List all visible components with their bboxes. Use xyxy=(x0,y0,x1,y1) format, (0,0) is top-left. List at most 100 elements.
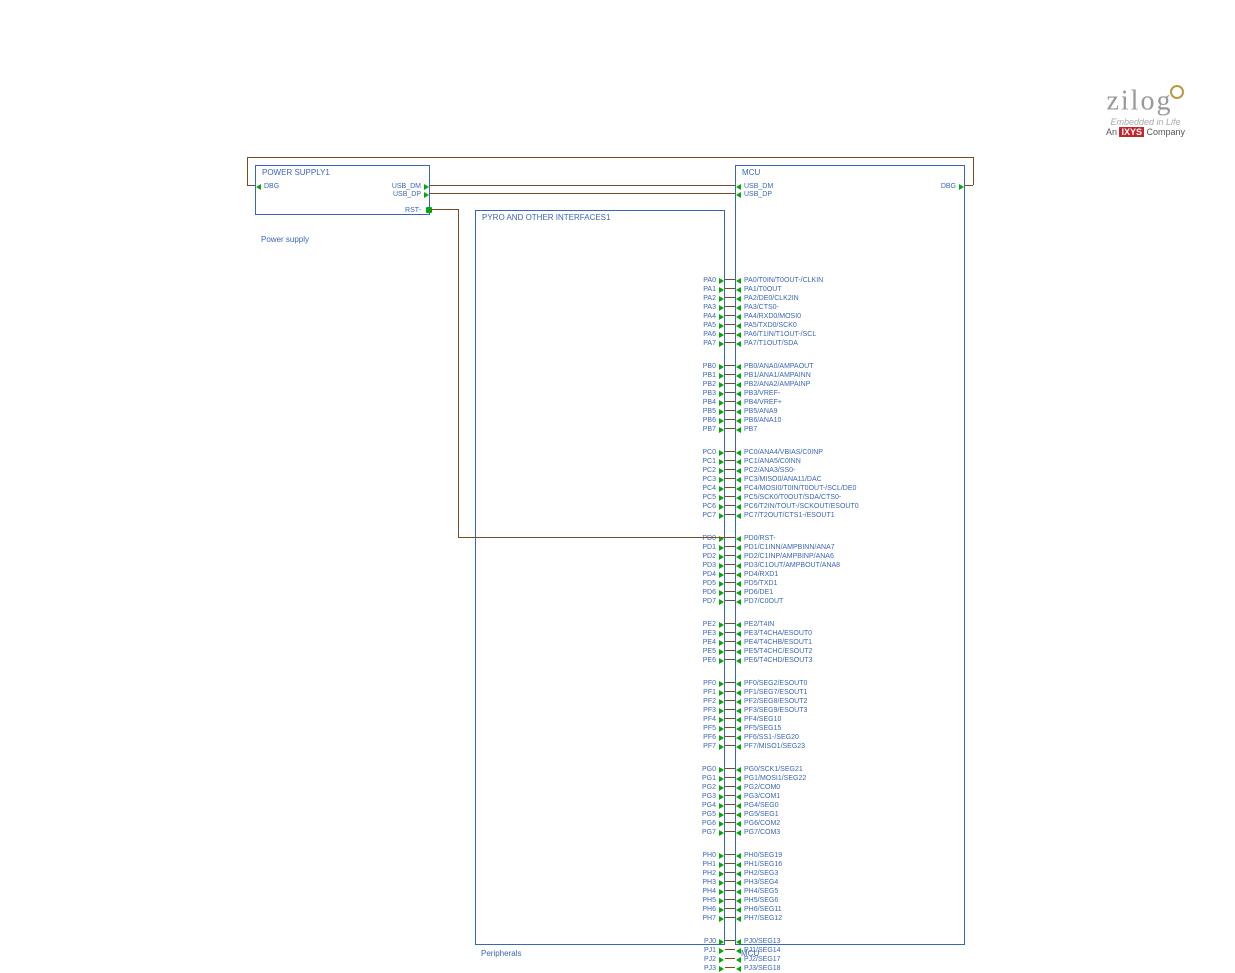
net-pa7 xyxy=(725,342,735,343)
pyro-pin-pb6: PB6 xyxy=(476,416,724,425)
power-supply-title: POWER SUPPLY1 xyxy=(262,168,330,177)
pyro-pin-label: PD4 xyxy=(702,570,716,579)
mcu-pin-pb1: PB1/ANA1/AMPAINN xyxy=(736,371,964,380)
pyro-pin-pf4: PF4 xyxy=(476,715,724,724)
pyro-pin-pd5: PD5 xyxy=(476,579,724,588)
pyro-pin-label: PF0 xyxy=(703,679,716,688)
mcu-pin-pa1: PA1/T0OUT xyxy=(736,285,964,294)
net-ph4 xyxy=(725,890,735,891)
mcu-pin-pa3: PA3/CTS0- xyxy=(736,303,964,312)
pyro-pin-label: PA1 xyxy=(703,285,716,294)
arrow-in-icon xyxy=(719,803,724,809)
net-rst-b xyxy=(458,209,459,537)
net-pa4 xyxy=(725,315,735,316)
mcu-pin-pg5: PG5/SEG1 xyxy=(736,810,964,819)
mcu-pin-ph2: PH2/SEG3 xyxy=(736,869,964,878)
net-pj3 xyxy=(725,967,735,968)
ps-usbdp-pin: USB_DP xyxy=(393,190,421,199)
pyro-block: PYRO AND OTHER INTERFACES1 PA0PA1PA2PA3P… xyxy=(475,210,725,945)
mcu-pin-pg7: PG7/COM3 xyxy=(736,828,964,837)
mcu-pin-label: PC6/T2IN/TOUT-/SCKOUT/ESOUT0 xyxy=(736,502,859,511)
pyro-pin-pc1: PC1 xyxy=(476,457,724,466)
mcu-pin-pg0: PG0/SCK1/SEG21 xyxy=(736,765,964,774)
mcu-pin-pe5: PE5/T4CHC/ESOUT2 xyxy=(736,647,964,656)
mcu-pin-label: PH6/SEG11 xyxy=(736,905,782,914)
power-supply-block: POWER SUPPLY1 DBG USB_DM USB_DP RST- xyxy=(255,165,430,215)
pyro-pin-pc3: PC3 xyxy=(476,475,724,484)
arrow-in-icon xyxy=(719,400,724,406)
pyro-pin-ph7: PH7 xyxy=(476,914,724,923)
pyro-pin-pf7: PF7 xyxy=(476,742,724,751)
mcu-pin-pe4: PE4/T4CHB/ESOUT1 xyxy=(736,638,964,647)
pyro-pin-label: PD5 xyxy=(702,579,716,588)
mcu-pin-label: PB7 xyxy=(736,425,757,434)
pyro-pin-pd7: PD7 xyxy=(476,597,724,606)
pyro-pin-pg7: PG7 xyxy=(476,828,724,837)
mcu-pin-pj2: PJ2/SEG17 xyxy=(736,955,964,964)
mcu-pin-label: PA6/T1IN/T1OUT-/SCL xyxy=(736,330,816,339)
pyro-pin-label: PC5 xyxy=(702,493,716,502)
arrow-in-icon xyxy=(719,382,724,388)
mcu-pin-label: PG2/COM0 xyxy=(736,783,780,792)
net-pd0 xyxy=(725,537,735,538)
arrow-in-icon xyxy=(719,477,724,483)
mcu-pin-label: PC7/T2OUT/CTS1-/ESOUT1 xyxy=(736,511,835,520)
arrow-in-icon xyxy=(719,418,724,424)
net-ph6 xyxy=(725,908,735,909)
arrow-in-icon xyxy=(719,726,724,732)
mcu-pin-label: PH0/SEG19 xyxy=(736,851,782,860)
pyro-pin-label: PE5 xyxy=(703,647,716,656)
pyro-pin-label: PG2 xyxy=(702,783,716,792)
mcu-pin-label: PC5/SCK0/T0OUT/SDA/CTS0- xyxy=(736,493,841,502)
pyro-pin-pb0: PB0 xyxy=(476,362,724,371)
mcu-pin-label: PC2/ANA3/SS0- xyxy=(736,466,795,475)
arrow-in-icon xyxy=(719,767,724,773)
net-pb6 xyxy=(725,419,735,420)
net-pe6 xyxy=(725,659,735,660)
pyro-pin-pc5: PC5 xyxy=(476,493,724,502)
net-pd3 xyxy=(725,564,735,565)
pyro-pin-label: PG4 xyxy=(702,801,716,810)
mcu-pin-label: PD2/C1INP/AMPBINP/ANA6 xyxy=(736,552,834,561)
mcu-pin-pg6: PG6/COM2 xyxy=(736,819,964,828)
net-pb3 xyxy=(725,392,735,393)
pyro-pin-label: PC6 xyxy=(702,502,716,511)
net-pb1 xyxy=(725,374,735,375)
arrow-in-icon xyxy=(719,735,724,741)
arrow-in-icon xyxy=(719,690,724,696)
mcu-pin-pb5: PB5/ANA9 xyxy=(736,407,964,416)
net-pf5 xyxy=(725,727,735,728)
pyro-pin-label: PA6 xyxy=(703,330,716,339)
mcu-pin-pj0: PJ0/SEG13 xyxy=(736,937,964,946)
pyro-pin-pb7: PB7 xyxy=(476,425,724,434)
mcu-pin-label: PA3/CTS0- xyxy=(736,303,779,312)
pyro-pin-label: PC2 xyxy=(702,466,716,475)
arrow-in-icon xyxy=(719,545,724,551)
mcu-pin-label: PC3/MISO0/ANA11/DAC xyxy=(736,475,822,484)
mcu-pin-pf7: PF7/MISO1/SEG23 xyxy=(736,742,964,751)
mcu-pin-label: PE4/T4CHB/ESOUT1 xyxy=(736,638,812,647)
mcu-pin-pj3: PJ3/SEG18 xyxy=(736,964,964,973)
net-pd1 xyxy=(725,546,735,547)
net-pg3 xyxy=(725,795,735,796)
mcu-pin-pc2: PC2/ANA3/SS0- xyxy=(736,466,964,475)
mcu-pin-label: PB5/ANA9 xyxy=(736,407,777,416)
pyro-pin-pa1: PA1 xyxy=(476,285,724,294)
pyro-pin-label: PE6 xyxy=(703,656,716,665)
mcu-pin-pd5: PD5/TXD1 xyxy=(736,579,964,588)
arrow-in-icon xyxy=(719,391,724,397)
pyro-pin-ph4: PH4 xyxy=(476,887,724,896)
pyro-pin-label: PF3 xyxy=(703,706,716,715)
net-pc4 xyxy=(725,487,735,488)
ps-rst-pin: RST- xyxy=(405,206,421,215)
mcu-pin-label: PH3/SEG4 xyxy=(736,878,778,887)
net-pf0 xyxy=(725,682,735,683)
pyro-pin-pc7: PC7 xyxy=(476,511,724,520)
mcu-pin-label: PB3/VREF- xyxy=(736,389,780,398)
pyro-pin-pc0: PC0 xyxy=(476,448,724,457)
pyro-pin-pc6: PC6 xyxy=(476,502,724,511)
arrow-in-icon xyxy=(719,513,724,519)
mcu-pin-label: PA0/T0IN/T0OUT-/CLKIN xyxy=(736,276,823,285)
arrow-in-icon xyxy=(719,871,724,877)
mcu-pin-pe2: PE2/T4IN xyxy=(736,620,964,629)
